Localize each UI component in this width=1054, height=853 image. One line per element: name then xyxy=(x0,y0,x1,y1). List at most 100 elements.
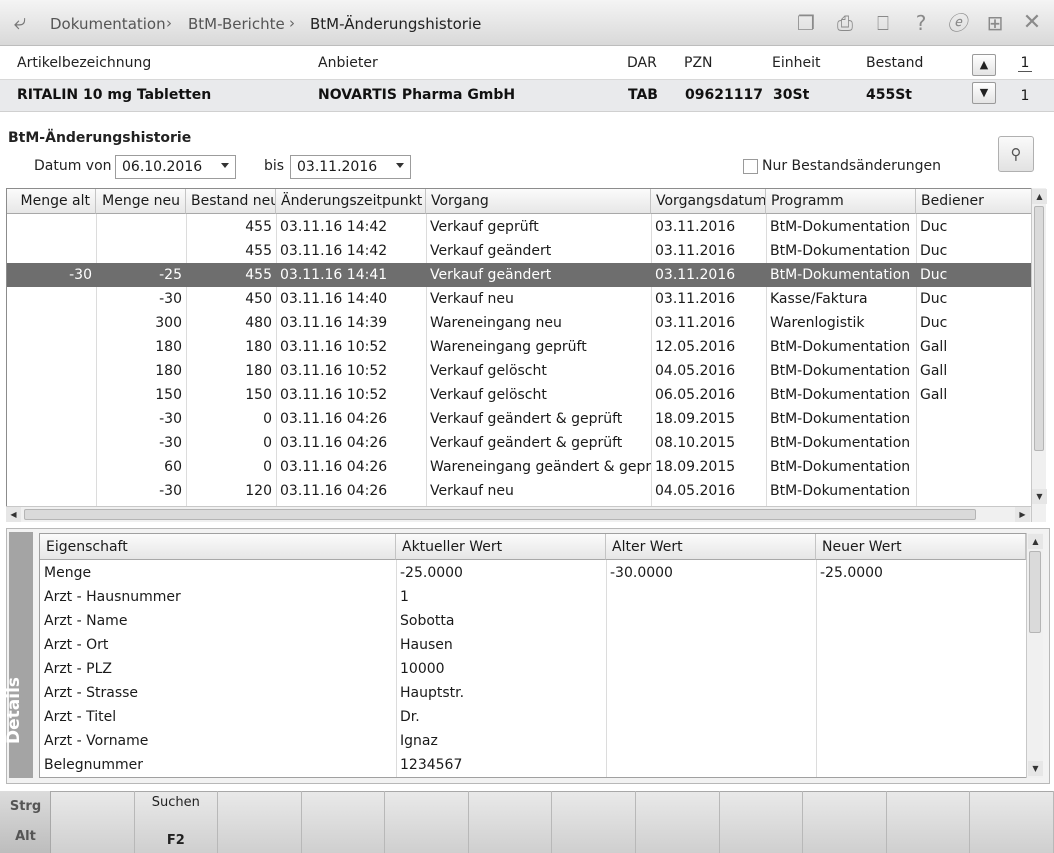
table-cell: BtM-Dokumentation xyxy=(770,387,911,403)
table-cell: Verkauf geändert xyxy=(430,243,552,259)
function-key-1[interactable] xyxy=(51,791,135,853)
function-key-6[interactable] xyxy=(469,791,553,853)
scroll-up-icon[interactable]: ▲ xyxy=(1028,534,1043,549)
export-icon[interactable]: ⊞ xyxy=(982,10,1008,36)
date-from-label: Datum von xyxy=(34,158,112,174)
column-header[interactable]: Eigenschaft xyxy=(40,534,396,560)
table-cell: -30 xyxy=(159,291,182,307)
detail-row[interactable]: Arzt - Vorname Ignaz xyxy=(40,729,1026,753)
e-icon[interactable]: ⓔ xyxy=(944,10,970,36)
detail-row[interactable]: Menge -25.0000 -30.0000 -25.0000 xyxy=(40,561,1026,585)
column-header[interactable]: Alter Wert xyxy=(606,534,816,560)
table-row[interactable]: 455 03.11.16 14:42 Verkauf geändert 03.11.2… xyxy=(7,239,1031,263)
column-header[interactable]: Menge neu xyxy=(96,189,186,214)
function-key-8[interactable] xyxy=(636,791,720,853)
modifier-strg[interactable]: Strg xyxy=(0,799,51,814)
table-cell: 03.11.16 14:41 xyxy=(280,267,388,283)
table-row[interactable]: -30 0 03.11.16 04:26 Verkauf geändert & gep… xyxy=(7,431,1031,455)
scroll-thumb[interactable] xyxy=(24,509,976,520)
back-arrow-icon[interactable]: ⤶ xyxy=(6,9,34,37)
column-header[interactable]: Vorgang xyxy=(426,189,651,214)
function-key-4[interactable] xyxy=(302,791,386,853)
table-row[interactable]: 455 03.11.16 14:42 Verkauf geprüft 03.11.20… xyxy=(7,215,1031,239)
column-header[interactable]: Neuer Wert xyxy=(816,534,1026,560)
date-to-combobox[interactable]: 03.11.2016 xyxy=(290,155,411,179)
previous-article-button[interactable]: ▲ xyxy=(972,54,996,76)
detail-cell: Belegnummer xyxy=(44,757,143,773)
table-cell: 03.11.16 10:52 xyxy=(280,339,388,355)
scroll-right-icon[interactable]: ▶ xyxy=(1015,507,1030,522)
column-header[interactable]: Aktueller Wert xyxy=(396,534,606,560)
scroll-up-icon[interactable]: ▲ xyxy=(1032,189,1047,204)
table-cell: -30 xyxy=(69,267,92,283)
breadcrumb-btm-berichte[interactable]: BtM-Berichte xyxy=(188,15,285,33)
scroll-left-icon[interactable]: ◀ xyxy=(6,507,21,522)
pzn-header: PZN xyxy=(684,55,713,71)
help-icon[interactable]: ? xyxy=(908,10,934,36)
column-header[interactable]: Änderungszeitpunkt xyxy=(276,189,426,214)
date-from-combobox[interactable]: 06.10.2016 xyxy=(115,155,236,179)
function-key-7[interactable] xyxy=(552,791,637,853)
function-key-9[interactable] xyxy=(720,791,804,853)
table-cell: Kasse/Faktura xyxy=(770,291,868,307)
chevron-down-icon[interactable] xyxy=(396,163,404,168)
table-cell: Wareneingang geändert & geprü xyxy=(430,459,651,475)
table-cell xyxy=(916,479,1032,503)
only-stock-changes-label[interactable]: Nur Bestandsänderungen xyxy=(762,158,941,174)
detail-row[interactable]: Arzt - Strasse Hauptstr. xyxy=(40,681,1026,705)
detail-cell: Ignaz xyxy=(400,733,438,749)
detail-cell xyxy=(816,753,1026,777)
table-row[interactable]: -30 -25 455 03.11.16 14:41 Verkauf geändert 0… xyxy=(7,263,1031,287)
table-row[interactable]: -30 120 03.11.16 04:26 Verkauf neu 04.05.201… xyxy=(7,479,1031,503)
detail-row[interactable]: Arzt - PLZ 10000 xyxy=(40,657,1026,681)
column-header[interactable]: Vorgangsdatum xyxy=(651,189,766,214)
detail-row[interactable]: Arzt - Name Sobotta xyxy=(40,609,1026,633)
function-key-10[interactable] xyxy=(803,791,887,853)
history-horizontal-scrollbar[interactable]: ◀ ▶ xyxy=(6,506,1031,522)
function-key-3[interactable] xyxy=(218,791,302,853)
search-button[interactable]: ⚲ xyxy=(998,136,1034,172)
table-row[interactable]: 180 180 03.11.16 10:52 Wareneingang geprüft… xyxy=(7,335,1031,359)
table-row[interactable]: -30 450 03.11.16 14:40 Verkauf neu 03.11.201… xyxy=(7,287,1031,311)
next-article-button[interactable]: ▼ xyxy=(972,82,996,104)
table-row[interactable]: 60 0 03.11.16 04:26 Wareneingang geändert &… xyxy=(7,455,1031,479)
chevron-down-icon[interactable] xyxy=(221,163,229,168)
detail-row[interactable]: Arzt - Ort Hausen xyxy=(40,633,1026,657)
function-key-12[interactable] xyxy=(970,791,1054,853)
function-key-2[interactable]: Suchen F2 xyxy=(135,791,219,853)
scroll-thumb[interactable] xyxy=(1029,551,1041,633)
table-row[interactable]: 180 180 03.11.16 10:52 Verkauf gelöscht 04.0… xyxy=(7,359,1031,383)
scroll-down-icon[interactable]: ▼ xyxy=(1028,761,1043,776)
function-key-11[interactable] xyxy=(887,791,971,853)
table-cell: Gall xyxy=(920,339,948,355)
table-cell: Verkauf geändert xyxy=(430,267,552,283)
column-header[interactable]: Bediener xyxy=(916,189,1032,214)
table-cell: 03.11.2016 xyxy=(655,243,736,259)
close-icon[interactable]: ✕ xyxy=(1019,10,1045,36)
function-key-5[interactable] xyxy=(385,791,469,853)
table-row[interactable]: 300 480 03.11.16 14:39 Wareneingang neu 03.1… xyxy=(7,311,1031,335)
detail-cell: Arzt - Ort xyxy=(44,637,109,653)
column-header[interactable]: Menge alt xyxy=(7,189,96,214)
column-header[interactable]: Programm xyxy=(766,189,916,214)
details-table[interactable]: Eigenschaft Aktueller Wert Alter Wert Ne… xyxy=(39,533,1043,778)
only-stock-changes-checkbox[interactable] xyxy=(743,159,758,174)
print-icon[interactable]: ⎙ xyxy=(832,10,858,36)
breadcrumb-dokumentation[interactable]: Dokumentation xyxy=(50,15,166,33)
table-cell: 03.11.16 04:26 xyxy=(280,459,388,475)
table-cell: Wareneingang neu xyxy=(430,315,562,331)
table-row[interactable]: -30 0 03.11.16 04:26 Verkauf geändert & gep… xyxy=(7,407,1031,431)
scroll-down-icon[interactable]: ▼ xyxy=(1032,489,1047,504)
scroll-thumb[interactable] xyxy=(1034,206,1044,451)
modifier-alt[interactable]: Alt xyxy=(0,829,51,844)
detail-row[interactable]: Arzt - Hausnummer 1 xyxy=(40,585,1026,609)
column-header[interactable]: Bestand neu xyxy=(186,189,276,214)
history-table[interactable]: Menge alt Menge neu Bestand neu Änderung… xyxy=(6,188,1046,522)
copy-icon[interactable]: ❐ xyxy=(793,10,819,36)
details-vertical-scrollbar[interactable]: ▲ ▼ xyxy=(1026,533,1043,778)
detail-row[interactable]: Arzt - Titel Dr. xyxy=(40,705,1026,729)
detail-row[interactable]: Belegnummer 1234567 xyxy=(40,753,1026,777)
monitor-icon[interactable]: ⎕ xyxy=(870,10,896,36)
table-row[interactable]: 150 150 03.11.16 10:52 Verkauf gelöscht 06.0… xyxy=(7,383,1031,407)
history-vertical-scrollbar[interactable]: ▲ ▼ xyxy=(1031,188,1047,522)
